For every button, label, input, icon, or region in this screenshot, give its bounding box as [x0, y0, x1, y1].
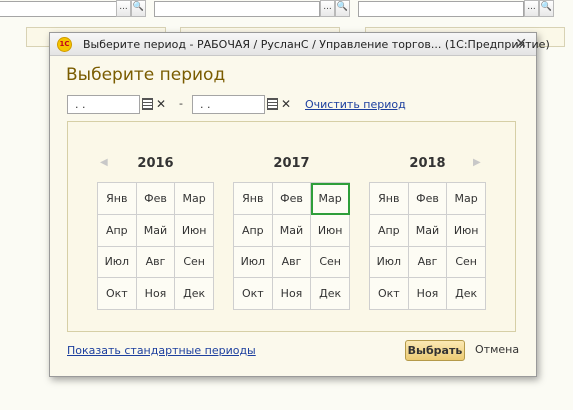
- year-label-2018: 2018: [409, 156, 446, 171]
- month-cell[interactable]: Сен: [175, 246, 214, 279]
- period-end-calendar-icon[interactable]: [267, 98, 278, 110]
- month-cell[interactable]: Янв: [98, 183, 137, 215]
- month-cell[interactable]: Июл: [234, 246, 273, 279]
- select-button[interactable]: Выбрать: [405, 340, 465, 361]
- bg-field-3-search-icon[interactable]: 🔍: [539, 0, 554, 17]
- month-cell[interactable]: Июн: [175, 214, 214, 247]
- month-cell[interactable]: Май: [408, 214, 448, 247]
- select-period-dialog: 1С Выберите период - РАБОЧАЯ / РусланС /…: [49, 32, 550, 377]
- year-label-2017: 2017: [273, 156, 310, 171]
- month-cell[interactable]: Май: [136, 214, 176, 247]
- month-cell[interactable]: Сен: [447, 246, 486, 279]
- bg-field-1-search-icon[interactable]: 🔍: [131, 0, 146, 17]
- month-cell[interactable]: Июн: [447, 214, 486, 247]
- month-cell[interactable]: Июл: [98, 246, 137, 279]
- month-cell[interactable]: Фев: [272, 183, 312, 215]
- bg-field-1[interactable]: [0, 1, 117, 17]
- month-cell[interactable]: Дек: [447, 278, 486, 310]
- period-start-calendar-icon[interactable]: [142, 98, 153, 110]
- month-cell[interactable]: Ноя: [408, 278, 448, 310]
- month-cell[interactable]: Апр: [370, 214, 409, 247]
- month-cell[interactable]: Май: [272, 214, 312, 247]
- bg-field-3[interactable]: [358, 1, 524, 17]
- period-start-input[interactable]: . .: [67, 95, 140, 114]
- month-cell[interactable]: Мар: [175, 183, 214, 215]
- month-cell[interactable]: Авг: [136, 246, 176, 279]
- month-cell[interactable]: Ноя: [136, 278, 176, 310]
- 1c-logo-icon: 1С: [57, 37, 72, 52]
- month-cell[interactable]: Окт: [98, 278, 137, 310]
- month-grid-2018: Янв Фев Мар Апр Май Июн Июл Авг Сен Окт Ноя Дек: [369, 182, 486, 310]
- month-cell[interactable]: Дек: [311, 278, 350, 310]
- month-cell[interactable]: Авг: [408, 246, 448, 279]
- period-end-clear-icon[interactable]: ✕: [280, 96, 292, 113]
- month-cell[interactable]: Сен: [311, 246, 350, 279]
- month-cell[interactable]: Апр: [234, 214, 273, 247]
- month-cell[interactable]: Апр: [98, 214, 137, 247]
- month-grid-2016: Янв Фев Мар Апр Май Июн Июл Авг Сен Окт Ноя Дек: [97, 182, 214, 310]
- bg-field-1-select-button[interactable]: ...: [116, 0, 131, 17]
- bg-field-2[interactable]: [154, 1, 320, 17]
- month-cell[interactable]: Янв: [370, 183, 409, 215]
- month-cell[interactable]: Июн: [311, 214, 350, 247]
- month-cell[interactable]: Фев: [136, 183, 176, 215]
- month-cell[interactable]: Ноя: [272, 278, 312, 310]
- month-panel: ◀ ▶ 2016 2017 2018 Янв Фев Мар Апр Май Июн Июл…: [67, 121, 516, 332]
- month-cell[interactable]: Окт: [370, 278, 409, 310]
- period-start-clear-icon[interactable]: ✕: [155, 96, 167, 113]
- month-cell[interactable]: Авг: [272, 246, 312, 279]
- month-cell[interactable]: Мар: [311, 183, 350, 215]
- dialog-titlebar[interactable]: 1С Выберите период - РАБОЧАЯ / РусланС /…: [50, 33, 550, 56]
- cancel-button[interactable]: Отмена: [475, 343, 519, 356]
- clear-period-link[interactable]: Очистить период: [305, 98, 406, 111]
- month-grid-2017: Янв Фев Мар Апр Май Июн Июл Авг Сен Окт Ноя Дек: [233, 182, 350, 310]
- show-standard-periods-link[interactable]: Показать стандартные периоды: [67, 344, 256, 357]
- bg-field-2-select-button[interactable]: ...: [320, 0, 335, 17]
- month-cell[interactable]: Фев: [408, 183, 448, 215]
- month-cell[interactable]: Окт: [234, 278, 273, 310]
- window-title: Выберите период - РАБОЧАЯ / РусланС / Уп…: [83, 38, 550, 51]
- month-cell[interactable]: Янв: [234, 183, 273, 215]
- close-icon[interactable]: ✕: [515, 36, 527, 52]
- period-end-input[interactable]: . .: [192, 95, 265, 114]
- year-label-2016: 2016: [137, 156, 174, 171]
- period-dash: -: [179, 97, 183, 110]
- month-cell[interactable]: Мар: [447, 183, 486, 215]
- month-cell[interactable]: Июл: [370, 246, 409, 279]
- bg-field-3-select-button[interactable]: ...: [524, 0, 539, 17]
- dialog-heading: Выберите период: [66, 65, 226, 85]
- month-cell[interactable]: Дек: [175, 278, 214, 310]
- bg-field-2-search-icon[interactable]: 🔍: [335, 0, 350, 17]
